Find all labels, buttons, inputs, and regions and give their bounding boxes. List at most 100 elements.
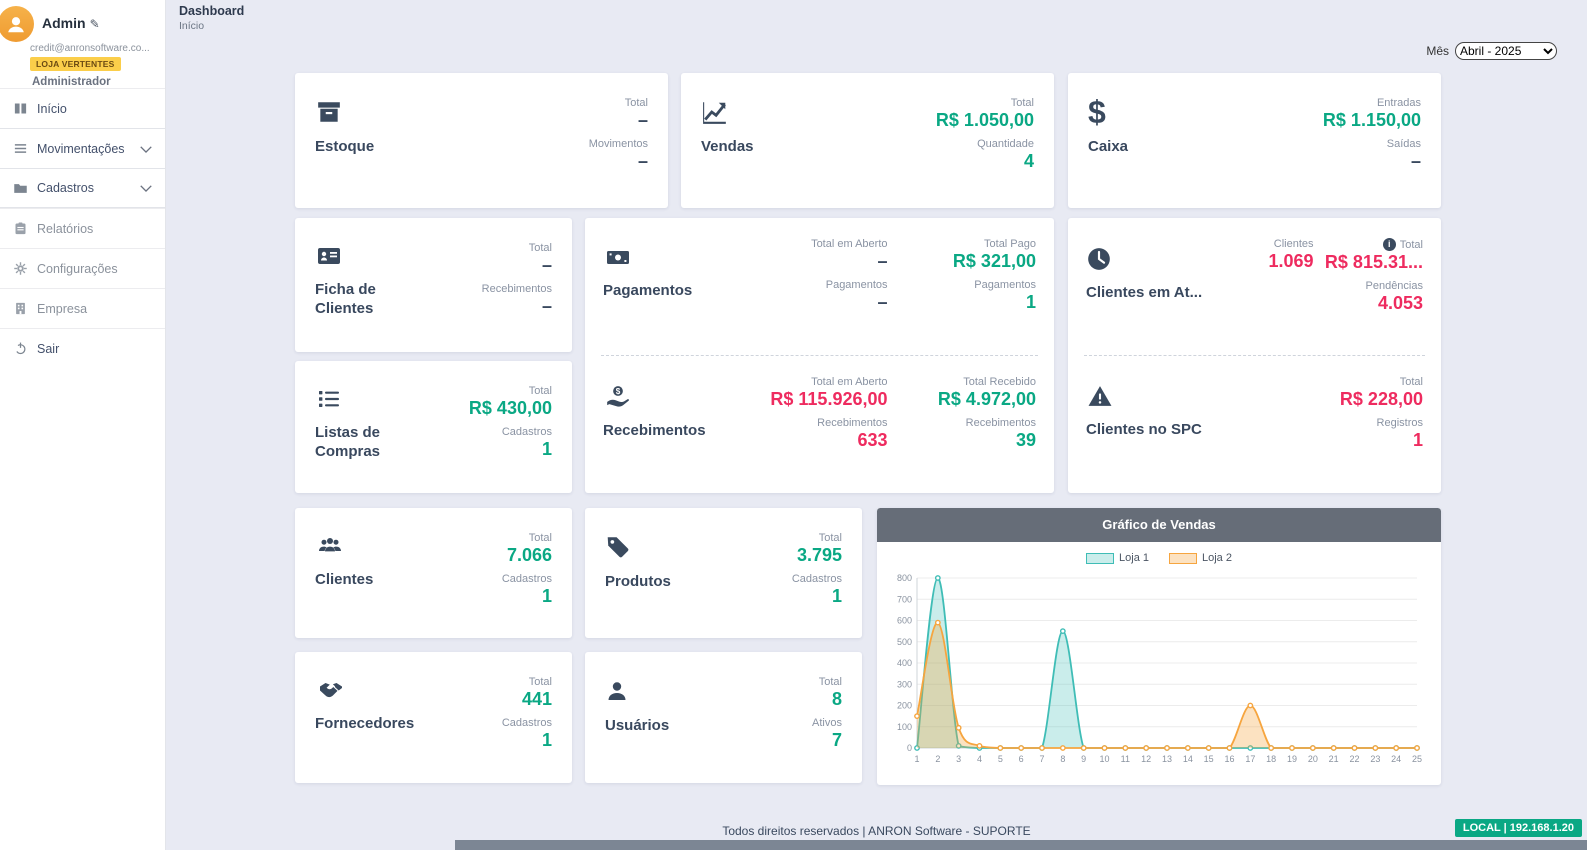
- stat-label: Saídas: [1387, 138, 1421, 150]
- stat-value: 1.069: [1268, 251, 1313, 272]
- user-profile: Admin✎ credit@anronsoftware.co... LOJA V…: [0, 0, 165, 88]
- svg-text:5: 5: [998, 754, 1003, 764]
- card-fornecedores: Fornecedores Total441 Cadastros1: [295, 652, 572, 783]
- list-icon: [315, 387, 435, 411]
- breadcrumb: Início: [179, 20, 204, 32]
- svg-text:25: 25: [1412, 754, 1422, 764]
- pagamentos-section: Pagamentos Total em Aberto– Pagamentos– …: [585, 218, 1054, 355]
- card-title: Listas de Compras: [315, 424, 435, 462]
- svg-text:600: 600: [897, 616, 912, 626]
- stat-value: 8: [832, 689, 842, 710]
- sales-chart-svg: 0100200300400500600700800123456789101112…: [883, 570, 1431, 770]
- info-icon[interactable]: i: [1383, 238, 1396, 251]
- sidebar-item-sair[interactable]: Sair: [0, 328, 165, 368]
- svg-text:19: 19: [1287, 754, 1297, 764]
- svg-text:3: 3: [956, 754, 961, 764]
- stat-label: Movimentos: [589, 138, 648, 150]
- sidebar-item-configuracoes[interactable]: Configurações: [0, 248, 165, 288]
- month-select[interactable]: Abril - 2025: [1455, 42, 1557, 60]
- stat-label: Total: [529, 385, 552, 397]
- dollar-icon: $: [1088, 99, 1128, 125]
- svg-text:9: 9: [1081, 754, 1086, 764]
- stat-label: Recebimentos: [482, 283, 552, 295]
- stat-value: R$ 4.972,00: [938, 389, 1036, 410]
- env-badge: LOCAL | 192.168.1.20: [1455, 819, 1582, 837]
- svg-text:7: 7: [1039, 754, 1044, 764]
- stat-label: Total Pago: [984, 238, 1036, 250]
- card-estoque: Estoque Total– Movimentos–: [295, 73, 668, 208]
- svg-text:13: 13: [1162, 754, 1172, 764]
- stat-label: Total: [529, 242, 552, 254]
- chart-legend: Loja 1 Loja 2: [877, 542, 1441, 566]
- svg-text:4: 4: [977, 754, 982, 764]
- stat-value: –: [1411, 151, 1421, 172]
- stat-label: iTotal: [1383, 238, 1423, 251]
- stat-label: Total: [819, 532, 842, 544]
- stat-label: Total: [1400, 376, 1423, 388]
- sidebar-item-empresa[interactable]: Empresa: [0, 288, 165, 328]
- sidebar-item-label: Início: [37, 102, 67, 116]
- warning-icon: [1086, 384, 1226, 409]
- stat-label: Quantidade: [977, 138, 1034, 150]
- clientes-spc-section: Clientes no SPC TotalR$ 228,00 Registros…: [1068, 356, 1441, 493]
- stat-value: R$ 815.31...: [1325, 252, 1423, 273]
- stat-label: Pagamentos: [974, 279, 1036, 291]
- stat-label: Cadastros: [502, 573, 552, 585]
- stat-value: 4: [1024, 151, 1034, 172]
- stat-label: Total: [1011, 97, 1034, 109]
- handshake-icon: [315, 678, 414, 702]
- svg-text:14: 14: [1183, 754, 1193, 764]
- month-filter: Mês Abril - 2025: [1426, 42, 1557, 60]
- svg-text:12: 12: [1141, 754, 1151, 764]
- stat-value: –: [542, 255, 552, 276]
- main-content: Dashboard Início Mês Abril - 2025 Estoqu…: [166, 0, 1587, 850]
- stat-label: Entradas: [1377, 97, 1421, 109]
- building-icon: [12, 301, 28, 316]
- legend-item[interactable]: Loja 2: [1169, 552, 1232, 564]
- stat-value: R$ 228,00: [1340, 389, 1423, 410]
- svg-text:500: 500: [897, 637, 912, 647]
- footer-bar: [455, 840, 1587, 850]
- chevron-down-icon: [139, 143, 153, 155]
- stat-label: Cadastros: [792, 573, 842, 585]
- sidebar-item-label: Relatórios: [37, 222, 93, 236]
- stat-value: 1: [542, 586, 552, 607]
- card-ficha-clientes: Ficha de Clientes Total– Recebimentos–: [295, 218, 572, 352]
- svg-text:18: 18: [1266, 754, 1276, 764]
- stat-label: Ativos: [812, 717, 842, 729]
- recebimentos-section: $ Recebimentos Total em AbertoR$ 115.926…: [585, 356, 1054, 493]
- svg-text:20: 20: [1308, 754, 1318, 764]
- stat-value: R$ 321,00: [953, 251, 1036, 272]
- stat-value: 633: [857, 430, 887, 451]
- svg-text:800: 800: [897, 573, 912, 583]
- stat-label: Pendências: [1366, 280, 1424, 292]
- stat-value: 3.795: [797, 545, 842, 566]
- users-icon: [315, 534, 373, 558]
- sidebar-item-movimentacoes[interactable]: Movimentações: [0, 128, 165, 168]
- svg-text:200: 200: [897, 701, 912, 711]
- svg-text:100: 100: [897, 722, 912, 732]
- legend-item[interactable]: Loja 1: [1086, 552, 1149, 564]
- card-title: Pagamentos: [603, 282, 723, 301]
- folder-icon: [12, 181, 28, 196]
- chart-title: Gráfico de Vendas: [877, 508, 1441, 542]
- svg-text:8: 8: [1060, 754, 1065, 764]
- user-email: credit@anronsoftware.co...: [6, 43, 155, 54]
- sidebar-item-relatorios[interactable]: Relatórios: [0, 208, 165, 248]
- sidebar-item-cadastros[interactable]: Cadastros: [0, 168, 165, 208]
- card-grafico-vendas: Gráfico de Vendas Loja 1Loja 2 010020030…: [877, 508, 1441, 785]
- card-clientes: Clientes Total7.066 Cadastros1: [295, 508, 572, 638]
- stat-value: 1: [1026, 292, 1036, 313]
- clock-icon: [1086, 246, 1204, 272]
- edit-profile-icon[interactable]: ✎: [90, 17, 100, 31]
- stat-value: –: [638, 151, 648, 172]
- sidebar-item-inicio[interactable]: Início: [0, 88, 165, 128]
- stat-value: R$ 430,00: [469, 398, 552, 419]
- stat-value: 39: [1016, 430, 1036, 451]
- card-caixa: $ Caixa EntradasR$ 1.150,00 Saídas–: [1068, 73, 1441, 208]
- stat-label: Total em Aberto: [811, 376, 887, 388]
- chevron-down-icon: [139, 182, 153, 194]
- stat-label: Cadastros: [502, 717, 552, 729]
- svg-text:400: 400: [897, 658, 912, 668]
- svg-text:24: 24: [1391, 754, 1401, 764]
